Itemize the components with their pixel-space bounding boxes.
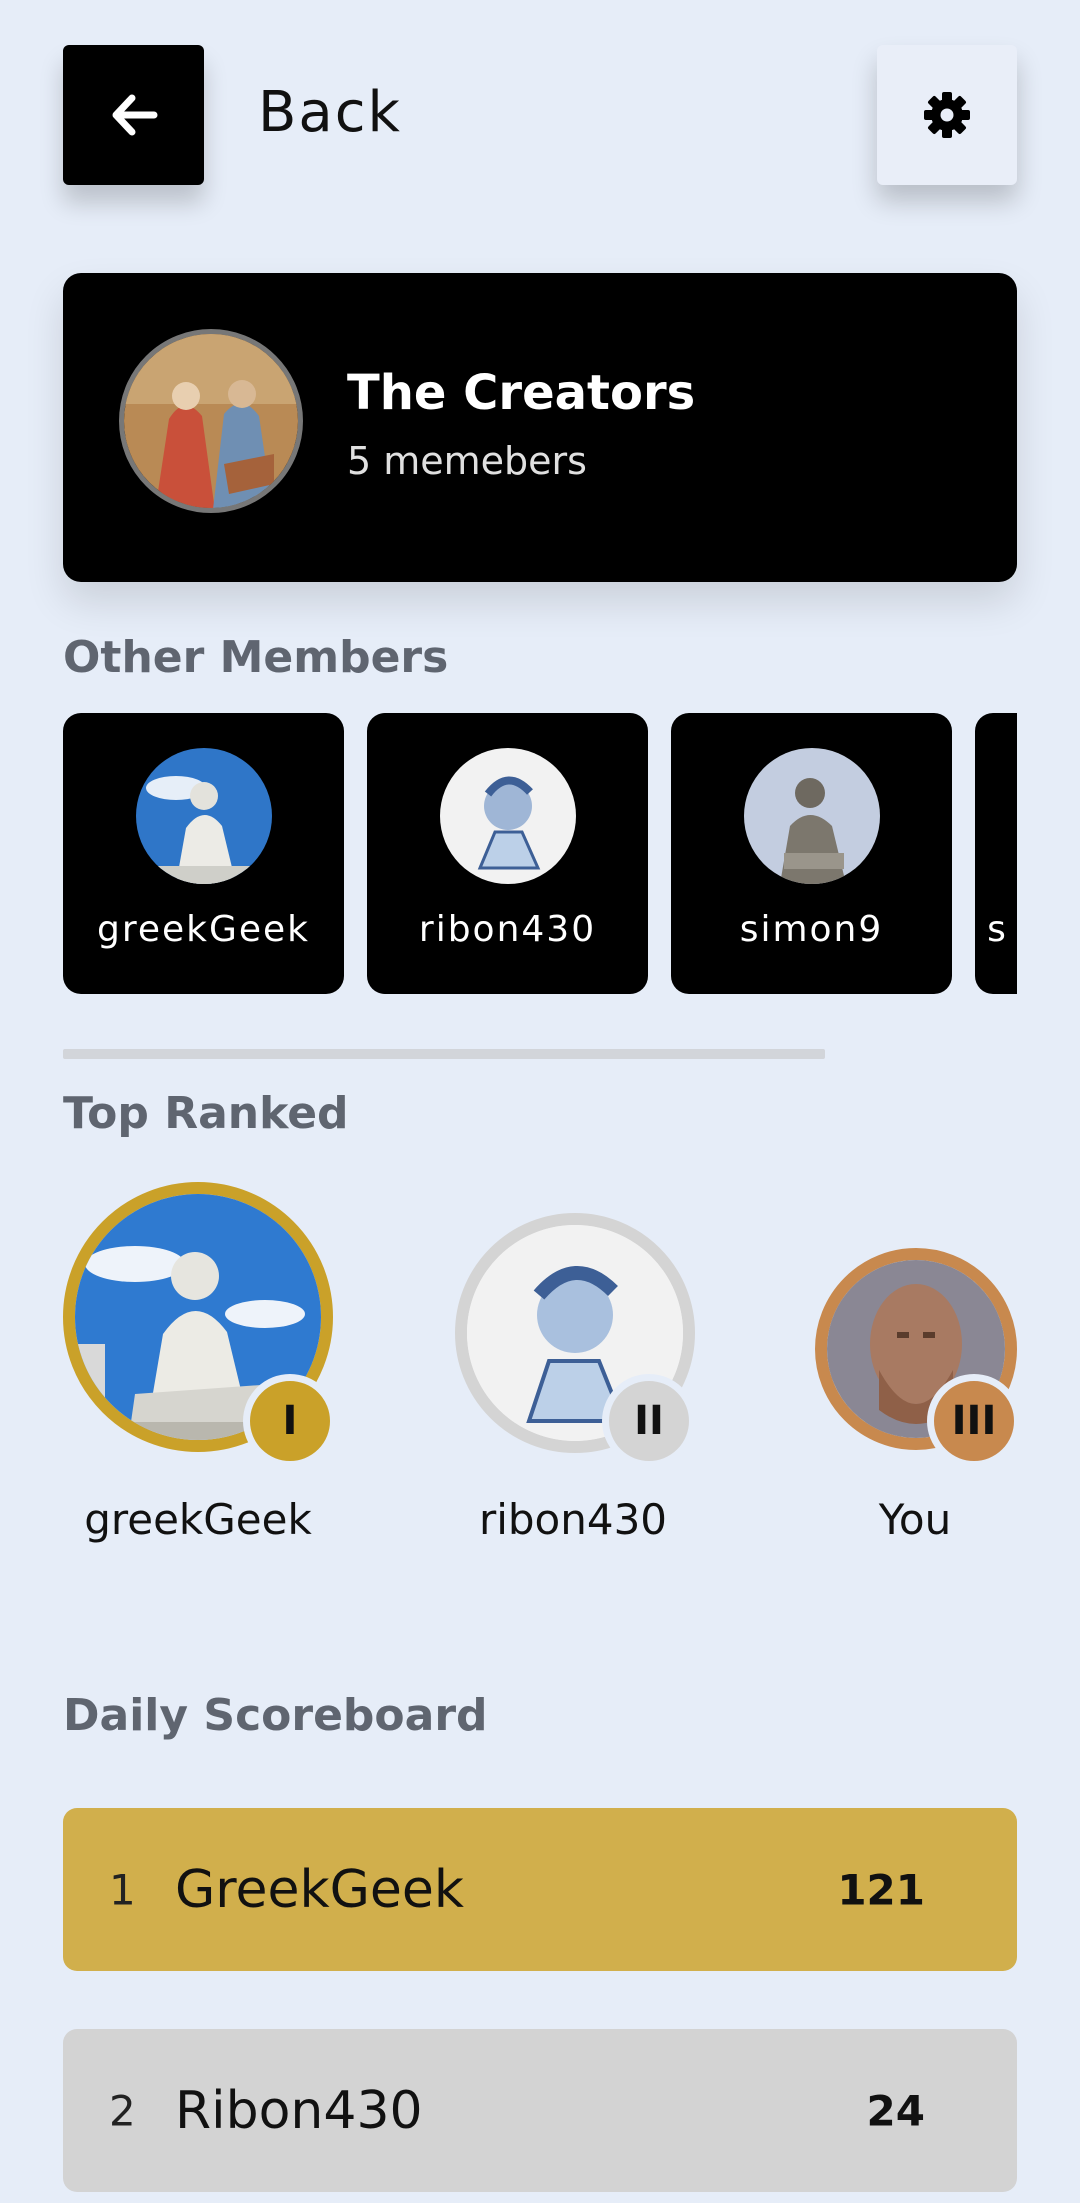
member-card-greekgeek[interactable]: greekGeek	[63, 713, 344, 994]
other-members-title: Other Members	[63, 632, 449, 683]
group-page: Back The Creators 5 memebers Other Membe…	[0, 0, 1080, 2203]
score-value: 24	[866, 2086, 925, 2135]
member-name: ribon430	[418, 909, 597, 950]
member-name: greekGeek	[96, 909, 311, 950]
back-label[interactable]: Back	[258, 80, 402, 145]
group-name: The Creators	[347, 365, 696, 421]
group-card: The Creators 5 memebers	[63, 273, 1017, 582]
back-button[interactable]	[63, 45, 204, 185]
score-value: 121	[837, 1865, 925, 1914]
member-name: s	[987, 909, 1008, 950]
rank-2-badge: II	[602, 1374, 696, 1468]
members-scrollbar[interactable]	[63, 1049, 825, 1059]
top-ranked-title: Top Ranked	[63, 1088, 349, 1139]
score-name: GreekGeek	[175, 1859, 465, 1920]
member-card-simon9[interactable]: simon9	[671, 713, 952, 994]
avatar	[744, 748, 880, 884]
score-rank: 2	[109, 2086, 136, 2135]
member-card-ribon430[interactable]: ribon430	[367, 713, 648, 994]
rank-3-name: You	[878, 1495, 952, 1544]
score-name: Ribon430	[175, 2080, 423, 2141]
rank-3-badge: III	[927, 1374, 1021, 1468]
scoreboard-row[interactable]: 1 GreekGeek 121	[63, 1808, 1017, 1971]
avatar	[440, 748, 576, 884]
group-member-count: 5 memebers	[347, 439, 587, 483]
rank-2-name: ribon430	[478, 1495, 668, 1544]
member-card-partial[interactable]: s	[975, 713, 1017, 994]
scoreboard-row[interactable]: 2 Ribon430 24	[63, 2029, 1017, 2192]
arrow-left-icon	[112, 94, 157, 136]
gear-icon	[924, 92, 970, 138]
other-members-list[interactable]: greekGeek ribon430 simon9 s	[63, 713, 1017, 995]
daily-scoreboard-title: Daily Scoreboard	[63, 1690, 488, 1741]
rank-1-badge: I	[243, 1374, 337, 1468]
avatar	[136, 748, 272, 884]
rank-1-name: greekGeek	[84, 1495, 312, 1544]
settings-button[interactable]	[877, 45, 1017, 185]
group-avatar	[119, 329, 303, 513]
score-rank: 1	[109, 1865, 136, 1914]
